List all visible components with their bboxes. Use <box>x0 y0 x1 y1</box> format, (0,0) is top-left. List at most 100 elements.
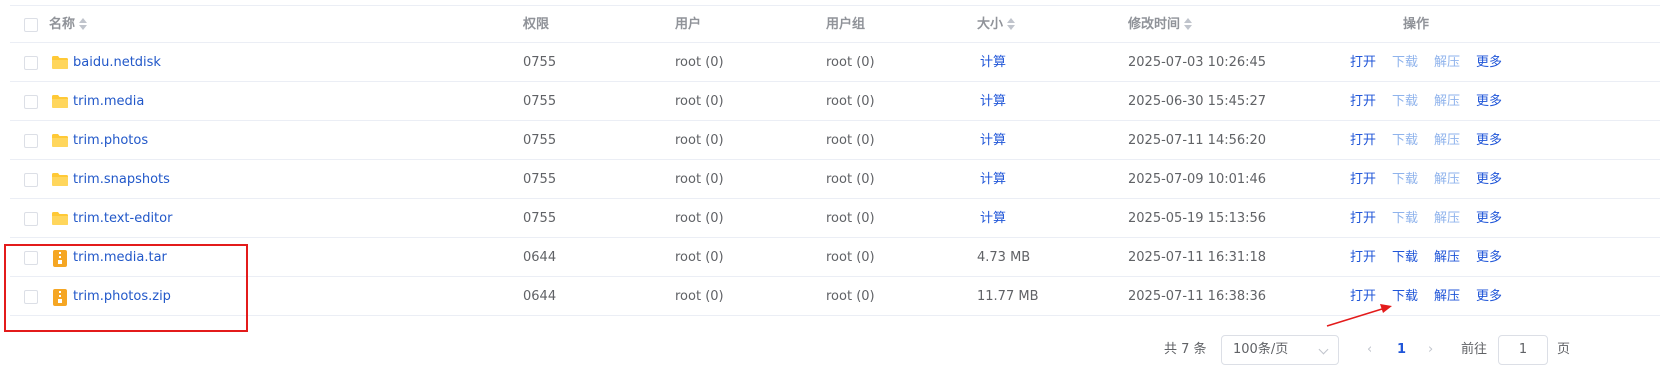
download-action[interactable]: 下载 <box>1392 94 1418 109</box>
row-checkbox[interactable] <box>24 95 38 109</box>
extract-action[interactable]: 解压 <box>1434 289 1460 304</box>
group-cell: root (0) <box>826 289 875 304</box>
column-name[interactable]: 名称 <box>49 6 88 44</box>
file-name-link[interactable]: trim.media <box>73 83 144 121</box>
prev-page-icon[interactable]: ‹ <box>1367 334 1372 366</box>
open-action[interactable]: 打开 <box>1350 289 1376 304</box>
group-cell: root (0) <box>826 250 875 265</box>
download-action[interactable]: 下载 <box>1392 250 1418 265</box>
more-action[interactable]: 更多 <box>1476 133 1502 148</box>
more-action[interactable]: 更多 <box>1476 172 1502 187</box>
chevron-down-icon <box>1318 344 1329 355</box>
sort-icon[interactable] <box>1007 17 1016 30</box>
table-row[interactable]: trim.media 0755 root (0) root (0) 计算 2025-06-… <box>10 83 1660 121</box>
file-name-link[interactable]: trim.snapshots <box>73 161 170 199</box>
folder-icon <box>51 55 69 70</box>
row-actions: 打开 下载 解压 更多 <box>1350 239 1518 277</box>
group-cell: root (0) <box>826 172 875 187</box>
row-actions: 打开 下载 解压 更多 <box>1350 161 1518 199</box>
column-mtime[interactable]: 修改时间 <box>1128 6 1193 44</box>
folder-icon <box>51 211 69 226</box>
table-row[interactable]: baidu.netdisk 0755 root (0) root (0) 计算 2025-… <box>10 44 1660 82</box>
open-action[interactable]: 打开 <box>1350 94 1376 109</box>
next-page-icon[interactable]: › <box>1428 334 1433 366</box>
more-action[interactable]: 更多 <box>1476 289 1502 304</box>
file-name-link[interactable]: trim.text-editor <box>73 200 172 238</box>
download-action[interactable]: 下载 <box>1392 211 1418 226</box>
column-perm: 权限 <box>523 17 550 32</box>
table-row[interactable]: trim.photos.zip 0644 root (0) root (0) 11.77… <box>10 278 1660 316</box>
row-checkbox[interactable] <box>24 134 38 148</box>
more-action[interactable]: 更多 <box>1476 211 1502 226</box>
row-actions: 打开 下载 解压 更多 <box>1350 122 1518 160</box>
more-action[interactable]: 更多 <box>1476 94 1502 109</box>
row-actions: 打开 下载 解压 更多 <box>1350 200 1518 238</box>
perm-cell: 0755 <box>523 133 557 148</box>
goto-label: 前往 <box>1461 342 1488 357</box>
group-cell: root (0) <box>826 133 875 148</box>
user-cell: root (0) <box>675 211 724 226</box>
user-cell: root (0) <box>675 55 724 70</box>
calculate-size-link[interactable]: 计算 <box>980 44 1006 82</box>
open-action[interactable]: 打开 <box>1350 133 1376 148</box>
mtime-cell: 2025-07-11 16:38:36 <box>1128 289 1267 304</box>
page-number-current[interactable]: 1 <box>1397 334 1406 366</box>
perm-cell: 0755 <box>523 94 557 109</box>
row-checkbox[interactable] <box>24 173 38 187</box>
folder-icon <box>51 172 69 187</box>
select-all-checkbox[interactable] <box>24 18 38 32</box>
extract-action[interactable]: 解压 <box>1434 55 1460 70</box>
open-action[interactable]: 打开 <box>1350 172 1376 187</box>
row-actions: 打开 下载 解压 更多 <box>1350 278 1518 316</box>
user-cell: root (0) <box>675 133 724 148</box>
calculate-size-link[interactable]: 计算 <box>980 83 1006 121</box>
sort-icon[interactable] <box>79 17 88 30</box>
download-action[interactable]: 下载 <box>1392 289 1418 304</box>
page-suffix: 页 <box>1557 342 1571 357</box>
user-cell: root (0) <box>675 172 724 187</box>
pagination-total: 共 7 条 <box>1164 342 1207 357</box>
column-user: 用户 <box>675 17 702 32</box>
open-action[interactable]: 打开 <box>1350 55 1376 70</box>
download-action[interactable]: 下载 <box>1392 172 1418 187</box>
download-action[interactable]: 下载 <box>1392 133 1418 148</box>
user-cell: root (0) <box>675 94 724 109</box>
file-name-link[interactable]: baidu.netdisk <box>73 44 161 82</box>
calculate-size-link[interactable]: 计算 <box>980 200 1006 238</box>
open-action[interactable]: 打开 <box>1350 250 1376 265</box>
table-row[interactable]: trim.media.tar 0644 root (0) root (0) 4.73 M… <box>10 239 1660 277</box>
mtime-cell: 2025-07-11 14:56:20 <box>1128 133 1267 148</box>
more-action[interactable]: 更多 <box>1476 55 1502 70</box>
download-action[interactable]: 下载 <box>1392 55 1418 70</box>
extract-action[interactable]: 解压 <box>1434 133 1460 148</box>
extract-action[interactable]: 解压 <box>1434 172 1460 187</box>
table-row[interactable]: trim.snapshots 0755 root (0) root (0) 计算 2025… <box>10 161 1660 199</box>
calculate-size-link[interactable]: 计算 <box>980 161 1006 199</box>
file-name-link[interactable]: trim.photos <box>73 122 148 160</box>
group-cell: root (0) <box>826 94 875 109</box>
row-checkbox[interactable] <box>24 212 38 226</box>
mtime-cell: 2025-07-11 16:31:18 <box>1128 250 1267 265</box>
calculate-size-link[interactable]: 计算 <box>980 122 1006 160</box>
page-size-select[interactable]: 100条/页 <box>1221 335 1339 365</box>
table-row[interactable]: trim.text-editor 0755 root (0) root (0) 计算 20… <box>10 200 1660 238</box>
perm-cell: 0755 <box>523 172 557 187</box>
extract-action[interactable]: 解压 <box>1434 250 1460 265</box>
mtime-cell: 2025-07-09 10:01:46 <box>1128 172 1267 187</box>
extract-action[interactable]: 解压 <box>1434 94 1460 109</box>
folder-icon <box>51 133 69 148</box>
mtime-cell: 2025-05-19 15:13:56 <box>1128 211 1267 226</box>
row-actions: 打开 下载 解压 更多 <box>1350 83 1518 121</box>
more-action[interactable]: 更多 <box>1476 250 1502 265</box>
mtime-cell: 2025-06-30 15:45:27 <box>1128 94 1267 109</box>
table-row[interactable]: trim.photos 0755 root (0) root (0) 计算 2025-07… <box>10 122 1660 160</box>
extract-action[interactable]: 解压 <box>1434 211 1460 226</box>
open-action[interactable]: 打开 <box>1350 211 1376 226</box>
goto-page-input[interactable]: 1 <box>1498 335 1548 365</box>
user-cell: root (0) <box>675 289 724 304</box>
sort-icon[interactable] <box>1184 17 1193 30</box>
row-checkbox[interactable] <box>24 56 38 70</box>
size-cell: 11.77 MB <box>977 289 1039 304</box>
annotation-highlight-box <box>4 244 248 332</box>
column-size[interactable]: 大小 <box>977 6 1016 44</box>
